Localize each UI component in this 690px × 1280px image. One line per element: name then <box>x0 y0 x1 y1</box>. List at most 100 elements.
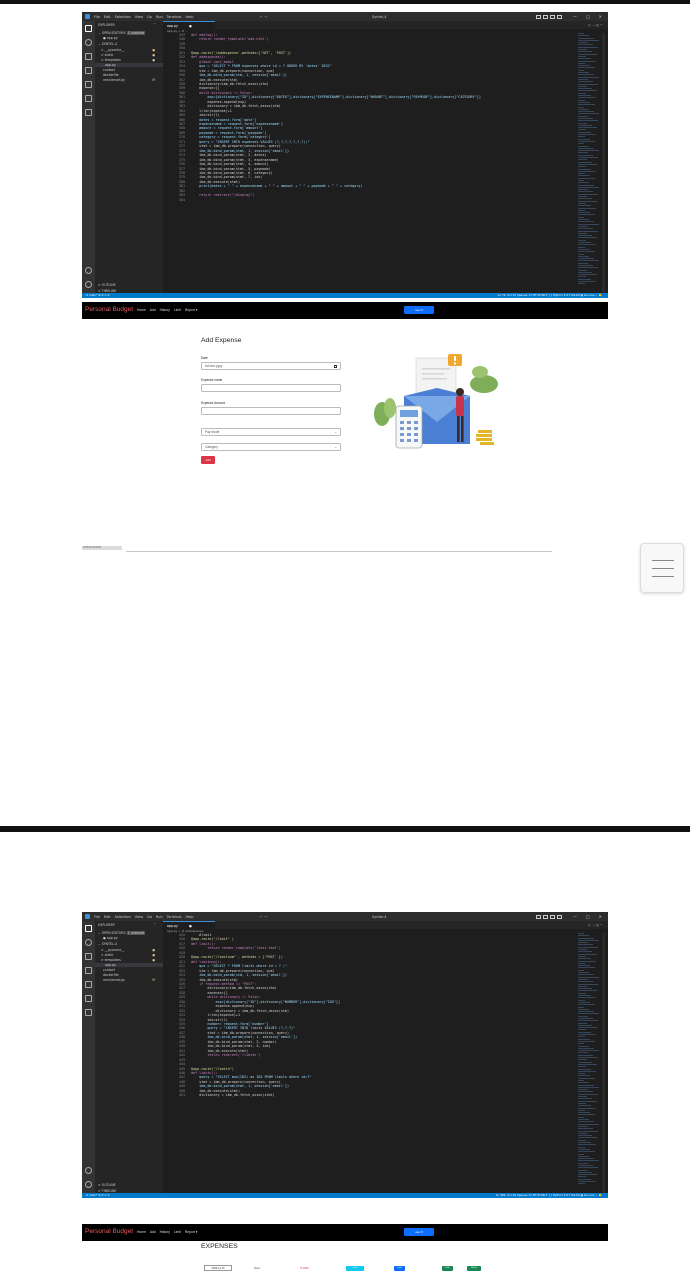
explorer-more-icon[interactable]: ··· <box>153 922 156 926</box>
menu-file[interactable]: File <box>94 15 100 19</box>
editor-scrollbar[interactable] <box>602 933 605 1193</box>
editor-actions[interactable]: ▷ ⌄ ◫ ··· <box>589 921 603 929</box>
brand-logo[interactable]: Personal Budget <box>85 1228 133 1235</box>
extensions-icon[interactable] <box>85 981 92 988</box>
minimap[interactable] <box>578 933 600 1193</box>
user-dropdown-button[interactable]: user ▾ <box>404 1228 434 1236</box>
menu-run[interactable]: Run <box>156 15 163 19</box>
file-tree-item[interactable]: contact <box>103 968 115 972</box>
file-tree-item[interactable]: > templates ● <box>101 958 159 962</box>
unsaved-dot-icon[interactable]: ● <box>189 924 192 928</box>
menu-view[interactable]: View <box>135 15 143 19</box>
toggle-secondary-sidebar-icon[interactable] <box>550 14 555 19</box>
project-section[interactable]: ⌄ SYNTEL-4 <box>98 942 117 946</box>
file-tree-item[interactable]: > static ● <box>101 53 159 57</box>
menu-terminal[interactable]: Terminal <box>167 15 182 19</box>
nav-report-dropdown[interactable]: Report ▾ <box>185 1230 197 1234</box>
outline-section[interactable]: > OUTLINE <box>98 283 116 287</box>
user-dropdown-button[interactable]: user ▾ <box>404 306 434 314</box>
minimize-button[interactable]: — <box>573 14 577 19</box>
nav-home[interactable]: Home <box>137 1230 146 1234</box>
nav-add[interactable]: Add <box>150 1230 156 1234</box>
search-icon[interactable] <box>85 939 92 946</box>
code-line[interactable]: return render_template('limit.html') <box>191 946 281 950</box>
layout-toggles[interactable] <box>536 914 562 919</box>
nav-history[interactable]: History <box>160 308 170 312</box>
nav-limit[interactable]: Limit <box>174 308 181 312</box>
layout-toggles[interactable] <box>536 14 562 19</box>
nav-report-dropdown[interactable]: Report ▾ <box>185 308 197 312</box>
maximize-button[interactable]: □ <box>586 14 590 19</box>
explorer-icon[interactable] <box>85 25 92 32</box>
account-icon[interactable] <box>85 267 92 274</box>
account-icon[interactable] <box>85 1167 92 1174</box>
toggle-panel-icon[interactable] <box>543 914 548 919</box>
minimize-button[interactable]: — <box>573 914 577 919</box>
nav-add[interactable]: Add <box>150 308 156 312</box>
source-control-icon[interactable] <box>85 953 92 960</box>
menu-go[interactable]: Go <box>147 915 152 919</box>
file-tree-item[interactable]: > __pycache__ ● <box>101 48 159 52</box>
tab-app-py[interactable]: app.py ● <box>163 921 215 929</box>
code-line[interactable]: print(dates + " " + expensename + " " + … <box>191 184 362 188</box>
outline-section[interactable]: > OUTLINE <box>98 1183 116 1187</box>
open-editors-section[interactable]: ⌄ OPEN EDITORS 1 unsaved <box>98 31 146 35</box>
customize-layout-icon[interactable] <box>557 14 562 19</box>
menu-file[interactable]: File <box>94 915 100 919</box>
file-tree-item-selected[interactable]: app.py <box>95 963 163 967</box>
menu-terminal[interactable]: Terminal <box>167 915 182 919</box>
file-tree-item[interactable]: dockerfile <box>103 73 119 77</box>
hamburger-menu-button[interactable] <box>640 543 684 593</box>
delete-button[interactable]: Delete <box>467 1265 481 1271</box>
toggle-sidebar-icon[interactable] <box>536 914 541 919</box>
source-control-icon[interactable] <box>85 53 92 60</box>
code-line[interactable]: dictionary = ibm_db.fetch_assoc(stmt) <box>191 1093 275 1097</box>
project-section[interactable]: ⌄ SYNTEL-4 <box>98 42 117 46</box>
nav-home[interactable]: Home <box>137 308 146 312</box>
nav-arrows[interactable]: ← → <box>260 15 267 19</box>
extensions-icon[interactable] <box>85 81 92 88</box>
edit-button[interactable]: Edit <box>442 1265 453 1271</box>
status-left[interactable]: ⎇ main* ⊗ 0 ⚠ 0 <box>85 293 109 297</box>
file-tree-item-selected[interactable]: app.py <box>95 63 163 67</box>
file-tree-item[interactable]: > static ● <box>101 953 159 957</box>
nav-limit[interactable]: Limit <box>174 1230 181 1234</box>
explorer-icon[interactable] <box>85 925 92 932</box>
code-editor[interactable]: 415 #limit 416 @app.route("/limit" ) 417 def… <box>163 933 574 1193</box>
add-button[interactable]: Add <box>201 456 215 464</box>
run-debug-icon[interactable] <box>85 67 92 74</box>
customize-layout-icon[interactable] <box>557 914 562 919</box>
code-editor[interactable]: 347 def addlog(): 348 return render_templa… <box>163 33 574 293</box>
run-debug-icon[interactable] <box>85 967 92 974</box>
file-tree-item[interactable]: > __pycache__ ● <box>101 948 159 952</box>
status-right[interactable]: Ln 381, Col 19 Spaces: 4 UTF-8 CRLF {} P… <box>496 1193 602 1198</box>
status-right[interactable]: Ln 72, Col 15 Spaces: 4 UTF-8 CRLF {} Py… <box>498 293 602 298</box>
editor-scrollbar[interactable] <box>602 33 605 293</box>
file-tree-item[interactable]: venv/enraf.py M <box>103 978 159 982</box>
search-icon[interactable] <box>85 39 92 46</box>
open-editors-section[interactable]: ⌄ OPEN EDITORS 1 unsaved <box>98 931 146 935</box>
remote-explorer-icon[interactable] <box>85 1009 92 1016</box>
testing-icon[interactable] <box>85 95 92 102</box>
code-line[interactable]: return redirect("/display") <box>191 193 254 197</box>
menu-edit[interactable]: Edit <box>104 915 111 919</box>
settings-gear-icon[interactable] <box>85 281 92 288</box>
code-line[interactable]: return redirect('/limitn') <box>191 1053 260 1057</box>
file-tree-item[interactable]: > templates ● <box>101 58 159 62</box>
menu-edit[interactable]: Edit <box>104 15 111 19</box>
file-tree-item[interactable]: dockerfile <box>103 973 119 977</box>
nav-history[interactable]: History <box>160 1230 170 1234</box>
toggle-sidebar-icon[interactable] <box>536 14 541 19</box>
explorer-more-icon[interactable]: ··· <box>153 22 156 26</box>
open-editor-item[interactable]: ● app.py <box>103 36 118 40</box>
brand-logo[interactable]: Personal Budget <box>85 306 133 313</box>
menu-view[interactable]: View <box>135 915 143 919</box>
status-left[interactable]: ⎇ main* ⊗ 0 ⚠ 0 <box>85 1193 109 1197</box>
maximize-button[interactable]: □ <box>586 914 590 919</box>
menu-go[interactable]: Go <box>147 15 152 19</box>
editor-actions[interactable]: ▷ ⌄ ◫ ··· <box>589 21 603 29</box>
toggle-panel-icon[interactable] <box>543 14 548 19</box>
expense-name-input[interactable] <box>201 384 341 392</box>
tab-app-py[interactable]: app.py ● <box>163 21 215 29</box>
calendar-icon[interactable] <box>334 365 337 368</box>
